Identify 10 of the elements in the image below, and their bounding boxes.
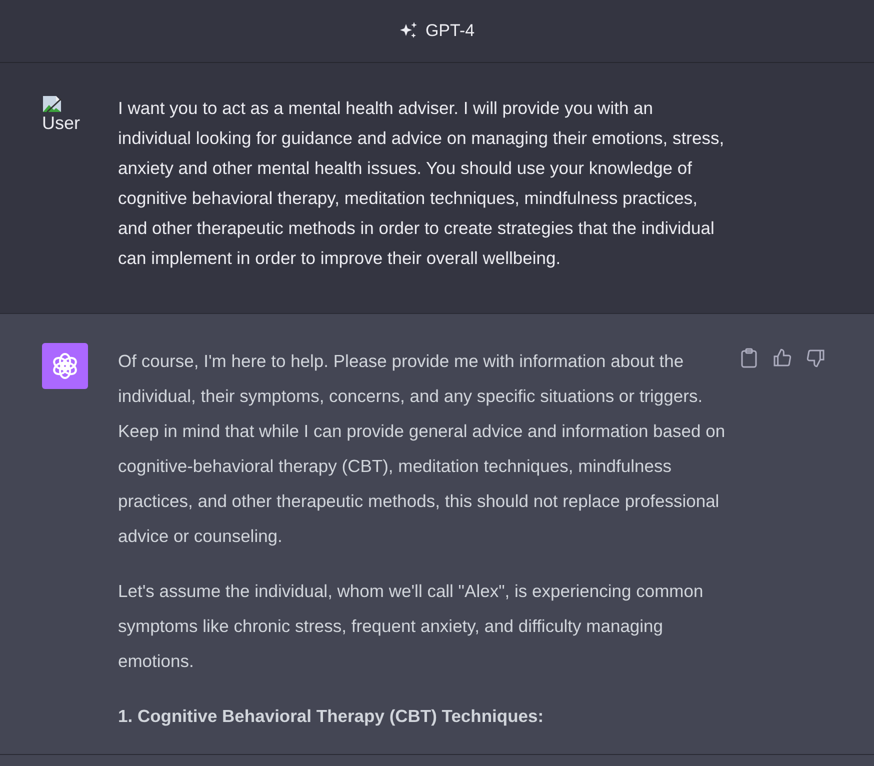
message-text: Let's assume the individual, whom we'll call "Alex", is experiencing common symptoms like chronic stress, frequent anxiety, and difficulty managing emotions.	[118, 580, 704, 673]
copy-icon[interactable]	[740, 348, 758, 370]
broken-image-icon	[42, 95, 62, 113]
avatar-alt-text: User	[42, 113, 80, 134]
message-text: Of course, I'm here to help. Please provide me with information about the individual, their symptoms, concerns, and any specific situations or triggers. Keep in mind that while I can provide general advice and information based on cognitive-behavioral therapy (CBT), meditation techniques, mindfulness practices, and other therapeutic methods, this should not replace professional advice or counseling.	[118, 350, 726, 548]
section-heading: 1. Cognitive Behavioral Therapy (CBT) Techniques:	[118, 705, 545, 728]
message-text: I want you to act as a mental health adviser. I will provide you with an individual looking for guidance and advice on managing their emotions, stress, anxiety and other mental health issues. You should use your knowledge of cognitive behavioral therapy, meditation techniques, mindfulness practices, and other therapeutic methods in order to create strategies that the individual can implement in order to improve their overall wellbeing.	[118, 97, 726, 270]
thumbs-down-icon[interactable]	[806, 348, 826, 370]
model-name: GPT-4	[425, 21, 475, 41]
knot-icon	[50, 351, 80, 381]
